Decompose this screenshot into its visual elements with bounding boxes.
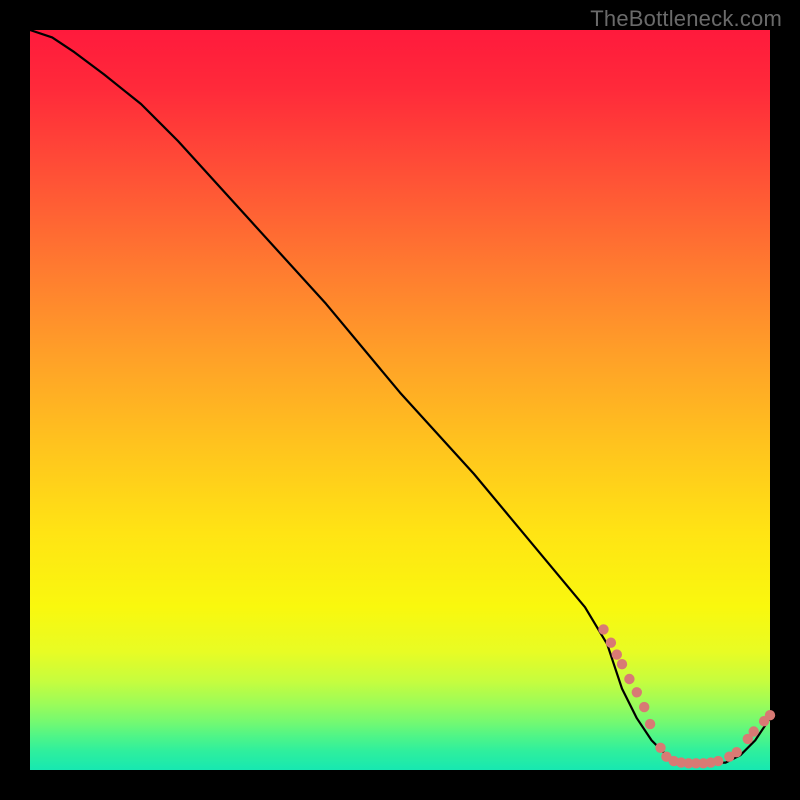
chart-frame: TheBottleneck.com: [0, 0, 800, 800]
data-point: [617, 659, 627, 669]
bottleneck-curve: [30, 30, 770, 763]
data-point: [765, 710, 775, 720]
data-point: [624, 674, 634, 684]
data-point: [598, 624, 608, 634]
data-point: [655, 743, 665, 753]
data-point: [639, 702, 649, 712]
data-point: [632, 687, 642, 697]
watermark-label: TheBottleneck.com: [590, 6, 782, 32]
data-point: [612, 649, 622, 659]
chart-svg: [30, 30, 770, 770]
data-point: [645, 719, 655, 729]
data-point: [732, 747, 742, 757]
data-point: [749, 726, 759, 736]
data-point: [606, 638, 616, 648]
data-point: [713, 756, 723, 766]
